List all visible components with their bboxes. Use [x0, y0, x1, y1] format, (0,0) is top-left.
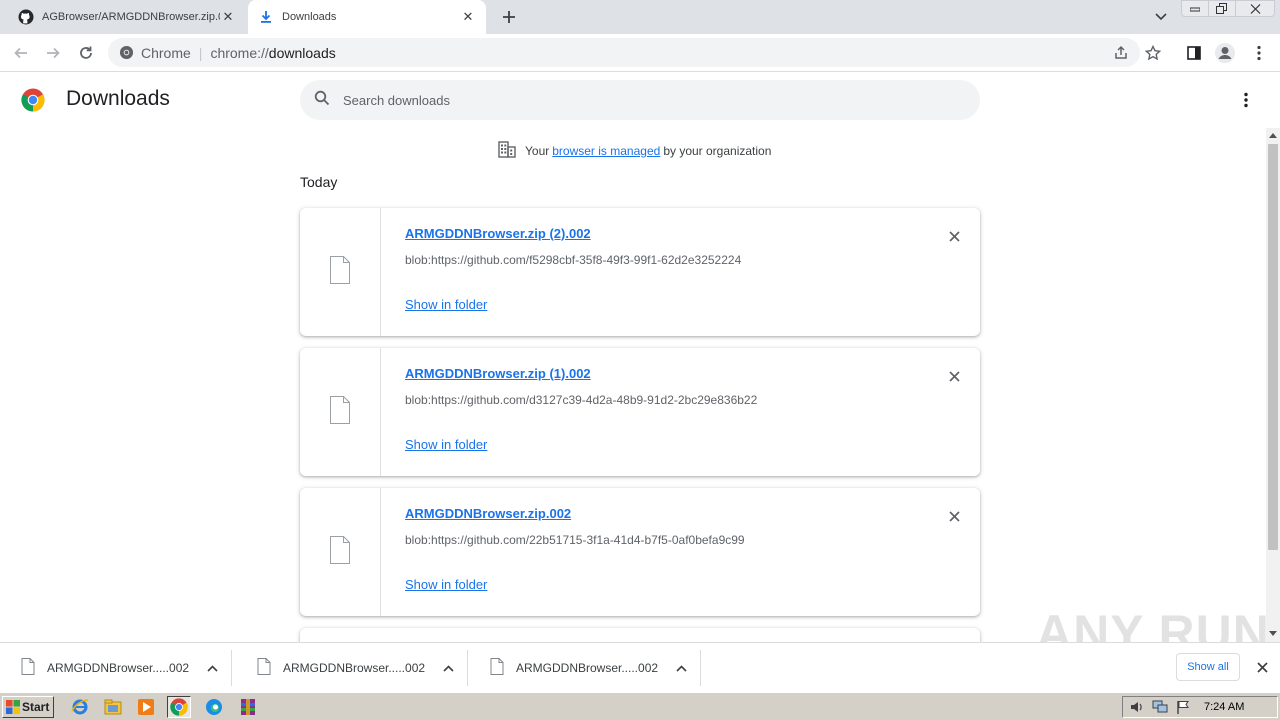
- scroll-up-arrow-icon[interactable]: [1266, 128, 1280, 142]
- reload-icon[interactable]: [75, 42, 97, 64]
- github-icon: [18, 9, 34, 25]
- show-in-folder-link[interactable]: Show in folder: [405, 297, 487, 312]
- download-shelf: ARMGDDNBrowser.....002 ARMGDDNBrowser...…: [0, 642, 1280, 692]
- download-file-link[interactable]: ARMGDDNBrowser.zip (2).002: [405, 226, 591, 241]
- managed-prefix: Your: [525, 144, 550, 158]
- download-item: ARMGDDNBrowser.zip (2).002 blob:https://…: [300, 208, 980, 336]
- show-in-folder-link[interactable]: Show in folder: [405, 577, 487, 592]
- close-shelf-icon[interactable]: [1254, 659, 1270, 675]
- restore-button[interactable]: [1208, 0, 1236, 17]
- chevron-up-icon[interactable]: [674, 661, 688, 675]
- managed-suffix: by your organization: [663, 144, 772, 158]
- bookmark-star-icon[interactable]: [1144, 44, 1162, 62]
- url-host: downloads: [268, 44, 336, 61]
- system-tray: 7:24 AM: [1122, 696, 1278, 718]
- start-label: Start: [22, 700, 50, 714]
- shelf-file-name: ARMGDDNBrowser.....002: [516, 661, 659, 675]
- chevron-up-icon[interactable]: [441, 661, 455, 675]
- download-item: ARMGDDNBrowser.zip.002 blob:https://gith…: [300, 488, 980, 616]
- tab-search-chevron-icon[interactable]: [1151, 8, 1171, 26]
- volume-icon[interactable]: [1128, 699, 1146, 715]
- page-title: Downloads: [66, 87, 170, 110]
- chrome-site-icon: [118, 45, 134, 61]
- download-source-url: blob:https://github.com/22b51715-3f1a-41…: [405, 533, 745, 547]
- new-tab-button[interactable]: [498, 6, 520, 28]
- building-icon: [498, 141, 516, 161]
- page-scrollbar[interactable]: [1266, 128, 1280, 642]
- network-icon[interactable]: [1151, 699, 1169, 715]
- winrar-icon[interactable]: [236, 696, 260, 718]
- shelf-file-name: ARMGDDNBrowser.....002: [283, 661, 426, 675]
- file-icon: [328, 535, 352, 570]
- tab-downloads[interactable]: Downloads ✕: [248, 0, 486, 34]
- media-player-icon[interactable]: [134, 696, 158, 718]
- tab-title: Downloads: [282, 11, 337, 23]
- window-close-button[interactable]: [1235, 0, 1275, 17]
- file-icon: [328, 395, 352, 430]
- download-file-link[interactable]: ARMGDDNBrowser.zip (1).002: [405, 366, 591, 381]
- url-scheme: chrome://: [210, 44, 269, 61]
- download-icon: [258, 9, 274, 25]
- managed-notice: Your browser is managed by your organiza…: [498, 141, 771, 161]
- share-icon[interactable]: [1112, 44, 1130, 62]
- file-icon: [257, 658, 271, 678]
- address-bar[interactable]: Chrome | chrome://downloads: [108, 38, 1161, 67]
- download-item: ARMGDDNBrowser.zip (1).002 blob:https://…: [300, 348, 980, 476]
- search-input[interactable]: [343, 92, 923, 108]
- clock: 7:24 AM: [1204, 701, 1245, 713]
- site-chip-label: Chrome: [141, 44, 191, 61]
- show-all-button[interactable]: Show all: [1176, 653, 1240, 681]
- side-panel-icon[interactable]: [1183, 42, 1205, 64]
- scroll-thumb[interactable]: [1268, 144, 1278, 550]
- chrome-taskbar-icon[interactable]: [167, 696, 191, 718]
- remove-close-icon[interactable]: [944, 506, 964, 526]
- file-explorer-icon[interactable]: [101, 696, 125, 718]
- shelf-download-item[interactable]: ARMGDDNBrowser.....002: [469, 650, 701, 686]
- omnibox-separator: |: [198, 44, 203, 61]
- remove-close-icon[interactable]: [944, 366, 964, 386]
- browser-menu-icon[interactable]: [1248, 42, 1270, 64]
- shelf-download-item[interactable]: ARMGDDNBrowser.....002: [236, 650, 468, 686]
- scroll-down-arrow-icon[interactable]: [1266, 626, 1280, 640]
- download-file-link[interactable]: ARMGDDNBrowser.zip.002: [405, 506, 571, 521]
- chevron-up-icon[interactable]: [205, 661, 219, 675]
- browser-managed-link[interactable]: browser is managed: [552, 144, 660, 158]
- shelf-download-item[interactable]: ARMGDDNBrowser.....002: [0, 650, 232, 686]
- tab-close-icon[interactable]: ✕: [220, 9, 236, 25]
- tab-github[interactable]: AGBrowser/ARMGDDNBrowser.zip.0 ✕: [8, 0, 246, 34]
- back-arrow-icon[interactable]: [10, 42, 32, 64]
- edge-icon[interactable]: [202, 696, 226, 718]
- search-icon: [314, 90, 330, 111]
- show-in-folder-link[interactable]: Show in folder: [405, 437, 487, 452]
- internet-explorer-icon[interactable]: [68, 696, 92, 718]
- profile-avatar-icon[interactable]: [1214, 42, 1236, 64]
- file-icon: [21, 658, 35, 678]
- forward-arrow-icon[interactable]: [42, 42, 64, 64]
- file-icon: [490, 658, 504, 678]
- shelf-file-name: ARMGDDNBrowser.....002: [47, 661, 190, 675]
- file-icon-column: [300, 208, 381, 336]
- download-source-url: blob:https://github.com/f5298cbf-35f8-49…: [405, 253, 742, 267]
- file-icon-column: [300, 488, 381, 616]
- search-downloads[interactable]: [300, 80, 980, 120]
- windows-taskbar: Start 7:24 AM: [0, 692, 1280, 720]
- remove-close-icon[interactable]: [944, 226, 964, 246]
- download-source-url: blob:https://github.com/d3127c39-4d2a-48…: [405, 393, 758, 407]
- file-icon-column: [300, 348, 381, 476]
- tab-title: AGBrowser/ARMGDDNBrowser.zip.0: [42, 11, 220, 23]
- windows-flag-icon: [6, 700, 20, 714]
- tab-close-icon[interactable]: ✕: [460, 9, 476, 25]
- downloads-header: Downloads: [0, 72, 1266, 128]
- chrome-logo-icon: [21, 88, 45, 112]
- more-actions-icon[interactable]: [1236, 90, 1256, 110]
- minimize-button[interactable]: [1181, 0, 1209, 17]
- browser-toolbar: Chrome | chrome://downloads: [0, 34, 1280, 72]
- start-button[interactable]: Start: [2, 696, 54, 718]
- date-heading: Today: [300, 174, 338, 190]
- action-center-flag-icon[interactable]: [1174, 699, 1192, 715]
- tab-strip: AGBrowser/ARMGDDNBrowser.zip.0 ✕ Downloa…: [0, 0, 1280, 34]
- file-icon: [328, 255, 352, 290]
